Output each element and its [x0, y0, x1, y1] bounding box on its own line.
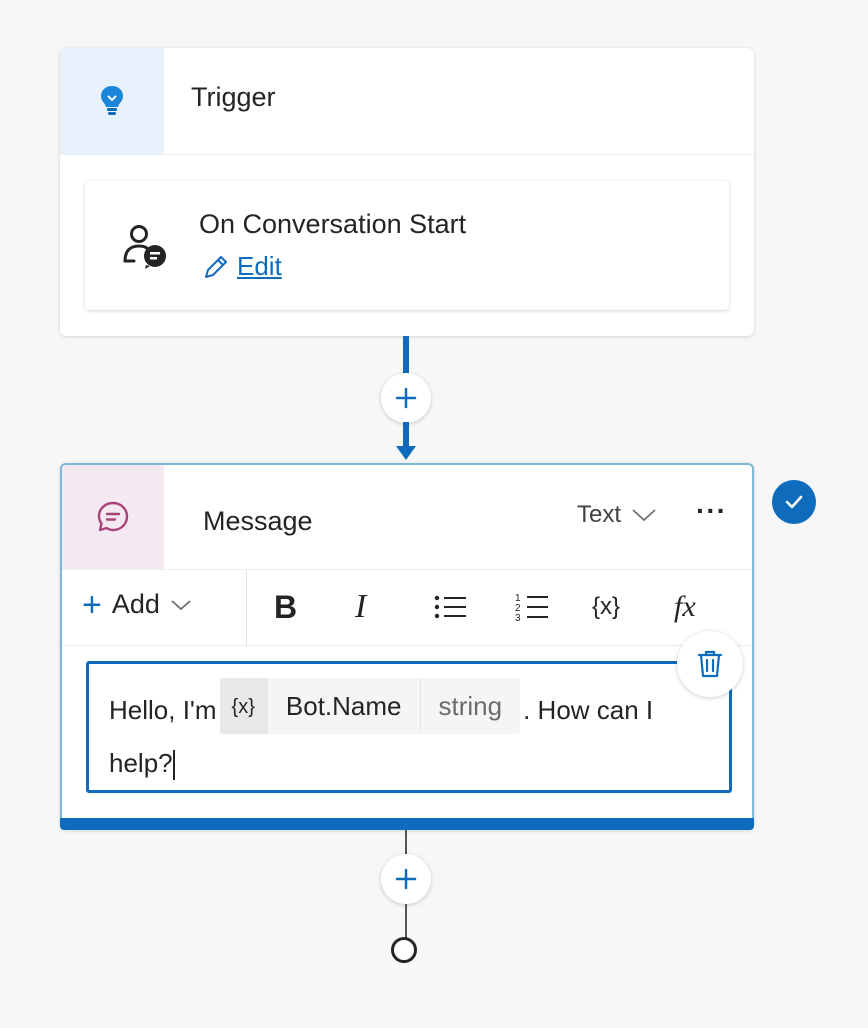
message-text[interactable]: Hello, I'm {x} Bot.Name string. How can I h… [109, 678, 709, 786]
message-toolbar: + Add B I 1 2 3 {x} fx [62, 571, 752, 646]
numbered-list-button[interactable]: 1 2 3 [514, 583, 552, 631]
variable-name: Bot.Name [268, 678, 421, 734]
message-header: Message Text ··· [62, 465, 752, 570]
trash-icon [697, 650, 723, 678]
message-node[interactable]: Message Text ··· + Add B I 1 2 3 {x} fx … [60, 463, 754, 830]
insert-variable-button[interactable]: {x} [592, 583, 620, 631]
message-text-prefix: Hello, I'm [109, 694, 217, 725]
variable-chip[interactable]: {x} Bot.Name string [219, 678, 521, 734]
chevron-down-icon [171, 599, 191, 610]
status-badge [772, 480, 816, 524]
edit-link-label[interactable]: Edit [237, 251, 282, 282]
bulleted-list-button[interactable] [432, 583, 470, 631]
trigger-icon-tile [60, 48, 164, 154]
connector-line [405, 904, 407, 938]
lightbulb-icon [101, 86, 123, 115]
bulleted-list-icon [434, 595, 466, 619]
edit-link[interactable]: Edit [201, 251, 282, 282]
plus-icon: + [82, 585, 102, 624]
message-type-value[interactable]: Text [577, 501, 621, 529]
plus-icon [395, 387, 417, 409]
trigger-node[interactable]: Trigger On Conversation Start Edit [60, 48, 754, 336]
delete-button[interactable] [677, 631, 743, 697]
message-title: Message [203, 506, 313, 536]
toolbar-divider [246, 571, 247, 645]
add-button-label[interactable]: Add [112, 589, 160, 620]
svg-text:3: 3 [515, 613, 521, 624]
message-type-select[interactable]: Text [577, 501, 657, 529]
connector-arrow-icon [396, 446, 416, 460]
add-button[interactable]: + Add [82, 585, 192, 624]
trigger-event-box[interactable]: On Conversation Start Edit [85, 181, 729, 310]
bold-button[interactable]: B [274, 583, 297, 631]
conversation-start-icon [123, 225, 166, 269]
numbered-list-icon: 1 2 3 [515, 593, 548, 624]
chat-bubble-icon [97, 501, 129, 532]
check-icon [785, 495, 803, 509]
end-node [391, 937, 417, 963]
pencil-icon [205, 255, 227, 278]
event-title: On Conversation Start [199, 209, 467, 239]
message-icon-tile [62, 465, 164, 569]
trigger-header: Trigger [60, 48, 754, 155]
chevron-down-icon [632, 509, 656, 522]
add-node-button[interactable] [381, 854, 431, 904]
insert-formula-button[interactable]: fx [674, 583, 696, 631]
variable-icon: {x} [219, 678, 268, 734]
italic-button[interactable]: I [355, 583, 366, 631]
trigger-title: Trigger [191, 82, 276, 112]
text-caret [172, 750, 175, 781]
message-text-editor[interactable]: Hello, I'm {x} Bot.Name string. How can I h… [86, 661, 732, 793]
plus-icon [395, 868, 417, 890]
more-options-button[interactable]: ··· [696, 495, 727, 527]
add-node-button[interactable] [381, 373, 431, 423]
variable-type: string [438, 691, 503, 721]
selection-bar [60, 818, 754, 830]
